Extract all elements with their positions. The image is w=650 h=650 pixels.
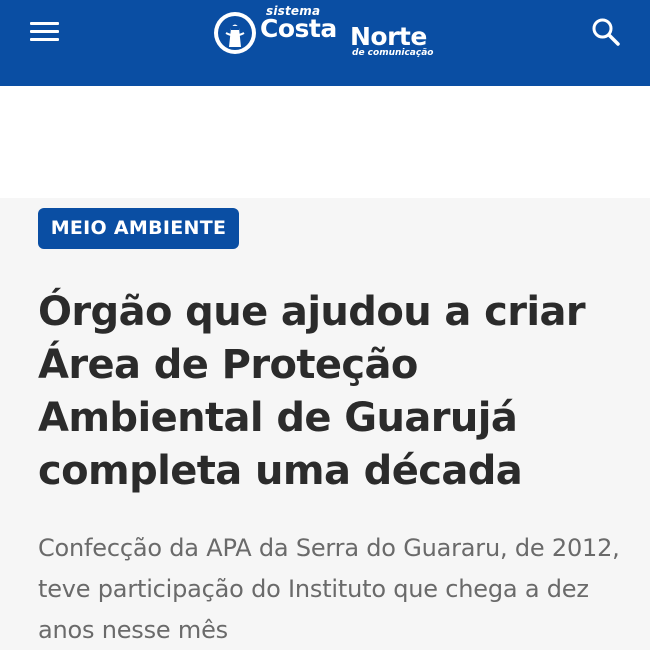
logo-norte-text: Norte: [350, 22, 427, 51]
category-badge[interactable]: MEIO AMBIENTE: [38, 208, 239, 249]
logo-comunicacao-text: de comunicação: [352, 48, 434, 58]
menu-bar: [30, 38, 59, 41]
article-subtitle: Confecção da APA da Serra do Guararu, de…: [38, 534, 620, 644]
ad-placeholder: [0, 86, 650, 198]
menu-bar: [30, 22, 59, 25]
search-icon-glyph: [592, 18, 620, 46]
site-logo[interactable]: sistema Costa Norte de comunicação: [212, 2, 444, 64]
menu-bar: [30, 30, 59, 33]
lighthouse-logo-icon: [214, 12, 256, 54]
hamburger-menu-icon[interactable]: [28, 19, 62, 45]
logo-costa-text: Costa: [260, 14, 337, 43]
article-headline: Órgão que ajudou a criar Área de Proteçã…: [38, 289, 586, 494]
site-header: sistema Costa Norte de comunicação: [0, 0, 650, 86]
search-icon[interactable]: [588, 14, 624, 50]
